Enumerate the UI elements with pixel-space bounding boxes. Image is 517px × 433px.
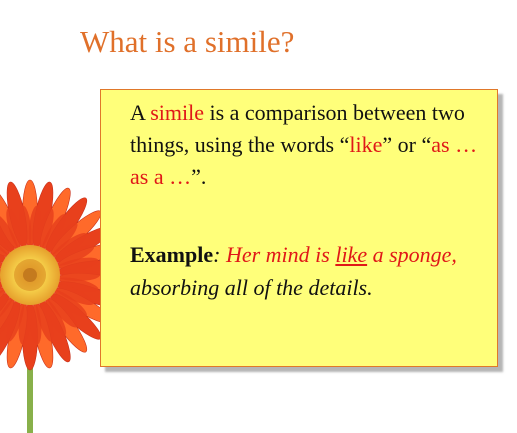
example-rest-text: absorbing all of the details. [130,275,373,300]
definition-text: ”. [191,164,207,189]
example-colon: : [213,242,226,267]
definition-text: ” or “ [382,132,432,157]
simile-definition: A simile is a comparison between two thi… [130,97,490,193]
example-red-text: a sponge, [367,242,457,267]
definition-text: A [130,100,151,125]
example-like-keyword: like [335,242,368,267]
slide-title: What is a simile? [80,24,295,59]
simile-example: Example: Her mind is like a sponge, abso… [130,238,490,304]
example-label: Example [130,242,214,267]
simile-term: simile [150,100,204,125]
keyword-like: like [349,132,383,157]
example-red-text: Her mind is [225,242,336,267]
